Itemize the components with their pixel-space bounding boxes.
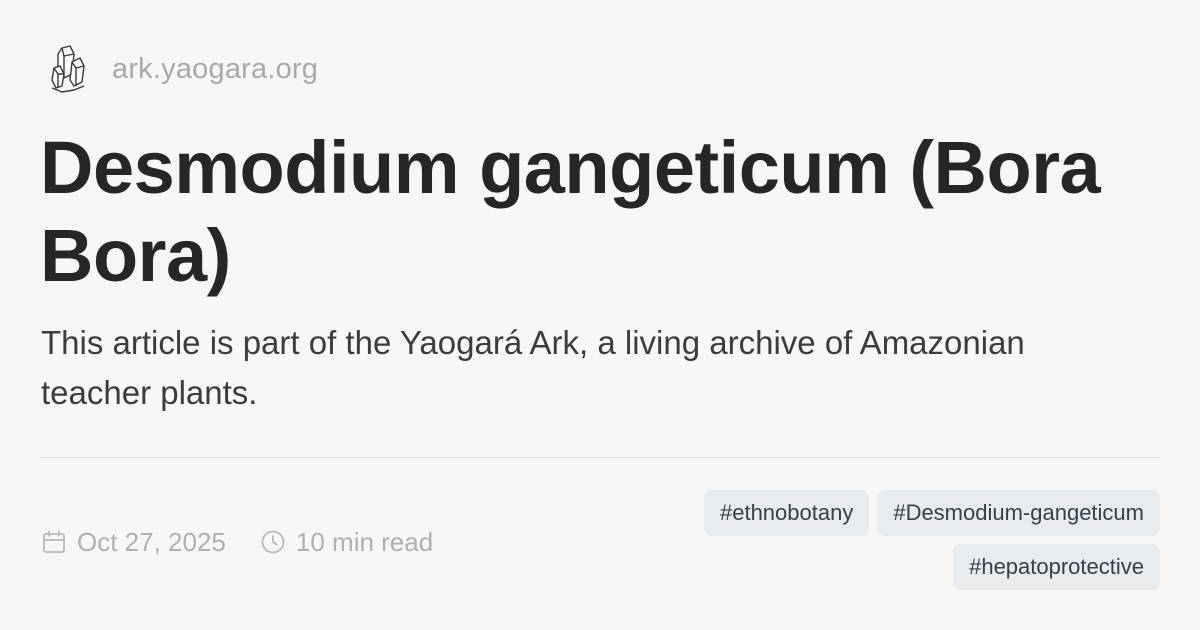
tag-hepatoprotective[interactable]: #hepatoprotective xyxy=(953,544,1160,590)
calendar-icon xyxy=(41,529,67,555)
og-card: ark.yaogara.org Desmodium gangeticum (Bo… xyxy=(0,0,1200,630)
read-time: 10 min read xyxy=(260,527,433,558)
tag-list: #ethnobotany #Desmodium-gangeticum #hepa… xyxy=(640,490,1160,590)
site-domain[interactable]: ark.yaogara.org xyxy=(112,53,318,86)
site-header: ark.yaogara.org xyxy=(46,42,318,96)
article-title: Desmodium gangeticum (Bora Bora) xyxy=(40,126,1101,297)
read-time-text: 10 min read xyxy=(295,526,434,557)
divider xyxy=(40,457,1160,458)
publish-date: Oct 27, 2025 xyxy=(41,527,226,558)
tag-desmodium-gangeticum[interactable]: #Desmodium-gangeticum xyxy=(877,490,1160,536)
article-meta: Oct 27, 2025 10 min read xyxy=(41,524,433,560)
tag-ethnobotany[interactable]: #ethnobotany xyxy=(703,490,870,536)
crystal-icon xyxy=(46,42,90,96)
publish-date-text: Oct 27, 2025 xyxy=(77,526,226,557)
article-subtitle: This article is part of the Yaogará Ark,… xyxy=(41,324,1025,411)
clock-icon xyxy=(260,529,286,555)
